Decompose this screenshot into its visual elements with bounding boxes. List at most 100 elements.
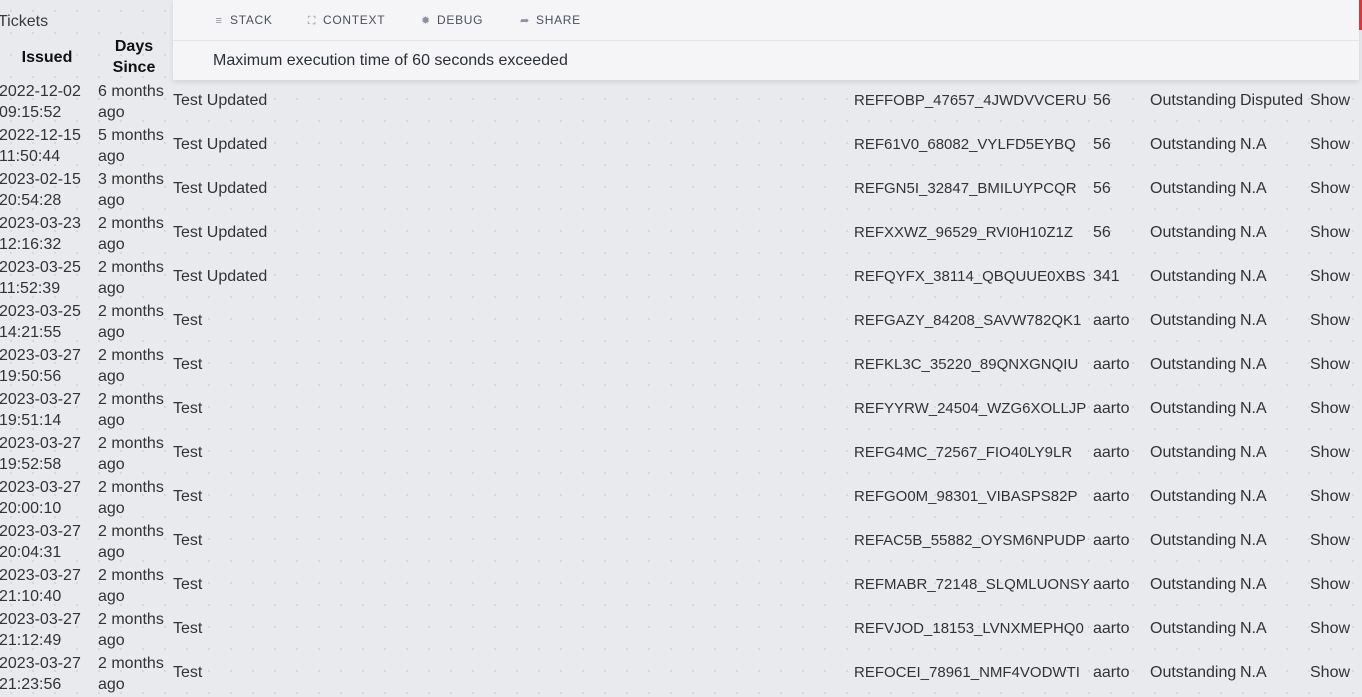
issued-cell: 2023-03-27 21:23:56: [0, 653, 81, 695]
table-row: 2023-03-27 19:51:14 2 months ago Test REFYYRW…: [0, 388, 1362, 432]
table-row: 2023-03-27 21:10:40 2 months ago Test REFMABR…: [0, 564, 1362, 608]
tab-share-label: SHARE: [536, 13, 581, 27]
ticket-reference: REFFOBP_47657_4JWDVVCERU: [854, 92, 1087, 109]
tab-stack[interactable]: ≡ STACK: [213, 13, 273, 27]
ticket-amount: 56: [1093, 224, 1111, 241]
table-row: 2023-03-27 19:52:58 2 months ago Test REFG4MC…: [0, 432, 1362, 476]
ticket-amount: aarto: [1093, 488, 1130, 505]
days-since-cell: 2 months ago: [98, 389, 170, 431]
days-since-value: 2 months: [98, 655, 164, 672]
ticket-status: Outstanding: [1150, 136, 1237, 153]
days-since-suffix: ago: [98, 192, 125, 209]
show-link[interactable]: Show: [1310, 136, 1350, 154]
column-header-days-since: Days Since: [104, 36, 164, 78]
show-link[interactable]: Show: [1310, 268, 1350, 286]
ticket-dispute-status: N.A: [1240, 136, 1267, 153]
error-message: Maximum execution time of 60 seconds exc…: [213, 52, 568, 69]
issued-time: 11:50:44: [0, 148, 61, 165]
ticket-title: Test Updated: [173, 136, 268, 153]
days-since-cell: 6 months ago: [98, 81, 170, 123]
issued-date: 2023-03-27: [0, 655, 81, 672]
show-link[interactable]: Show: [1310, 664, 1350, 682]
issued-time: 20:54:28: [0, 192, 62, 209]
days-since-value: 3 months: [98, 171, 164, 188]
days-since-cell: 2 months ago: [98, 565, 170, 607]
show-link[interactable]: Show: [1310, 356, 1350, 374]
issued-cell: 2023-03-27 20:04:31: [0, 521, 81, 563]
ticket-reference: REFGO0M_98301_VIBASPS82P: [854, 488, 1078, 505]
issued-date: 2023-02-15: [0, 171, 81, 188]
column-header-issued: Issued: [21, 49, 73, 66]
ticket-reference: REFQYFX_38114_QBQUUE0XBS: [854, 268, 1086, 285]
issued-cell: 2023-03-27 19:51:14: [0, 389, 81, 431]
ticket-dispute-status: N.A: [1240, 312, 1267, 329]
show-link[interactable]: Show: [1310, 312, 1350, 330]
ticket-amount: 56: [1093, 136, 1111, 153]
bug-icon: ✹: [421, 15, 431, 27]
ticket-status: Outstanding: [1150, 92, 1237, 109]
show-link[interactable]: Show: [1310, 180, 1350, 198]
ticket-status: Outstanding: [1150, 576, 1237, 593]
tab-context[interactable]: ⛶ CONTEXT: [306, 13, 385, 28]
show-link[interactable]: Show: [1310, 400, 1350, 418]
show-link[interactable]: Show: [1310, 488, 1350, 506]
ticket-dispute-status: N.A: [1240, 444, 1267, 461]
tab-debug-label: DEBUG: [437, 13, 484, 27]
ticket-reference: REFGAZY_84208_SAVW782QK1: [854, 312, 1082, 329]
tab-stack-label: STACK: [230, 13, 273, 27]
ticket-title: Test Updated: [173, 268, 268, 285]
show-link[interactable]: Show: [1310, 532, 1350, 550]
ticket-title: Test: [173, 444, 203, 461]
days-since-cell: 2 months ago: [98, 213, 170, 255]
ticket-status: Outstanding: [1150, 400, 1237, 417]
issued-date: 2023-03-25: [0, 303, 81, 320]
show-link[interactable]: Show: [1310, 444, 1350, 462]
ticket-title: Test: [173, 400, 203, 417]
show-link[interactable]: Show: [1310, 576, 1350, 594]
days-since-suffix: ago: [98, 632, 125, 649]
ticket-reference: REFKL3C_35220_89QNXGNQIU: [854, 356, 1079, 373]
ticket-reference: REFMABR_72148_SLQMLUONSY: [854, 576, 1090, 593]
days-since-cell: 3 months ago: [98, 169, 170, 211]
days-since-value: 2 months: [98, 347, 164, 364]
tab-debug[interactable]: ✹ DEBUG: [420, 13, 483, 27]
ticket-status: Outstanding: [1150, 356, 1237, 373]
issued-cell: 2023-02-15 20:54:28: [0, 169, 81, 211]
ticket-status: Outstanding: [1150, 312, 1237, 329]
ticket-title: Test: [173, 532, 203, 549]
ticket-reference: REFYYRW_24504_WZG6XOLLJP: [854, 400, 1087, 417]
ticket-title: Test: [173, 356, 203, 373]
issued-time: 09:15:52: [0, 104, 62, 121]
ticket-title: Test Updated: [173, 224, 268, 241]
days-since-value: 2 months: [98, 259, 164, 276]
ticket-dispute-status: N.A: [1240, 180, 1267, 197]
days-since-suffix: ago: [98, 588, 125, 605]
table-row: 2023-03-27 20:04:31 2 months ago Test REFAC5B…: [0, 520, 1362, 564]
issued-cell: 2023-03-27 21:10:40: [0, 565, 81, 607]
share-icon: ➦: [520, 15, 530, 27]
tab-share[interactable]: ➦ SHARE: [519, 13, 581, 27]
ticket-title: Test: [173, 664, 203, 681]
ticket-title: Test: [173, 312, 203, 329]
table-row: 2023-02-15 20:54:28 3 months ago Test Update…: [0, 168, 1362, 212]
issued-cell: 2023-03-25 11:52:39: [0, 257, 81, 299]
days-since-value: 6 months: [98, 83, 164, 100]
days-since-suffix: ago: [98, 104, 125, 121]
show-link[interactable]: Show: [1310, 620, 1350, 638]
issued-time: 11:52:39: [0, 280, 61, 297]
ticket-dispute-status: N.A: [1240, 224, 1267, 241]
error-panel: ≡ STACK ⛶ CONTEXT ✹ DEBUG ➦ SHARE Maximum ex…: [173, 0, 1362, 80]
days-since-cell: 5 months ago: [98, 125, 170, 167]
ticket-title: Test: [173, 488, 203, 505]
error-panel-tabs: ≡ STACK ⛶ CONTEXT ✹ DEBUG ➦ SHARE: [173, 0, 1359, 41]
ticket-title: Test: [173, 620, 203, 637]
ticket-status: Outstanding: [1150, 180, 1237, 197]
ticket-amount: aarto: [1093, 356, 1130, 373]
days-since-suffix: ago: [98, 236, 125, 253]
show-link[interactable]: Show: [1310, 224, 1350, 242]
days-since-cell: 2 months ago: [98, 609, 170, 651]
days-since-cell: 2 months ago: [98, 301, 170, 343]
table-row: 2022-12-15 11:50:44 5 months ago Test Update…: [0, 124, 1362, 168]
ticket-amount: 56: [1093, 180, 1111, 197]
show-link[interactable]: Show: [1310, 92, 1350, 110]
